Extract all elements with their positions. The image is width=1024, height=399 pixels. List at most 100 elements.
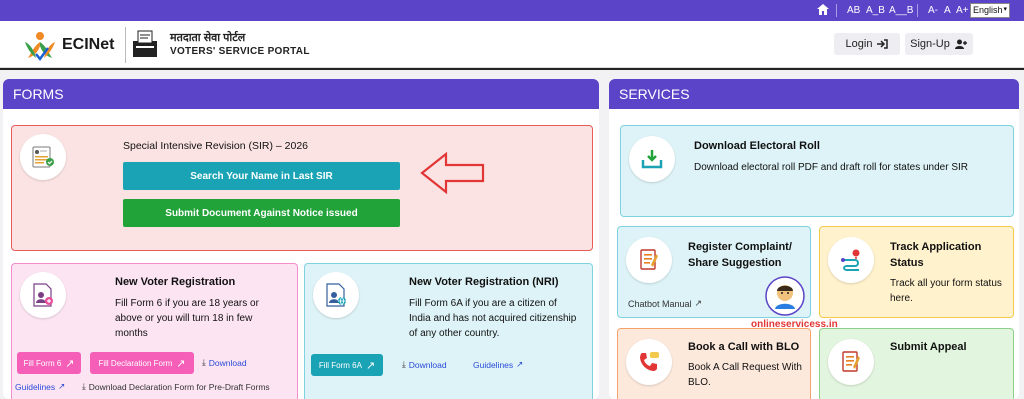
download-roll-description: Download electoral roll PDF and draft ro…: [694, 162, 969, 173]
submit-appeal-card[interactable]: Submit Appeal: [819, 328, 1014, 399]
new-voter-description: Fill Form 6 if you are 18 years or above…: [115, 298, 259, 339]
blo-icon-circle: [626, 339, 672, 385]
phone-call-icon: [640, 352, 659, 371]
watermark-text: onlineservicess.in: [751, 319, 838, 330]
nri-title: New Voter Registration (NRI): [409, 276, 559, 288]
divider: [917, 4, 918, 17]
download-form6-link[interactable]: ⤓ Download: [202, 357, 247, 368]
signup-label: Sign-Up: [910, 38, 950, 50]
home-icon[interactable]: [817, 4, 829, 15]
download-icon: ⤓: [202, 357, 206, 367]
login-label: Login: [845, 38, 873, 50]
clipboard-icon: [640, 249, 658, 270]
add-user-icon: [954, 39, 967, 49]
portal-title-hindi: मतदाता सेवा पोर्टल: [170, 32, 246, 44]
fill-form6-button[interactable]: Fill Form 6 ↗: [17, 352, 81, 374]
fill-form6-label: Fill Form 6: [23, 358, 62, 368]
download-label: Download: [208, 357, 247, 368]
voter-form-icon: [32, 146, 54, 168]
download-roll-icon-circle: [629, 136, 675, 182]
ballot-box-icon: [133, 30, 157, 57]
arrow-up-right-icon: ↗: [694, 298, 703, 308]
guidelines-label: Guidelines: [473, 359, 514, 370]
eci-logo[interactable]: [22, 28, 58, 62]
font-increase[interactable]: A+: [956, 5, 969, 16]
guidelines-link[interactable]: Guidelines ↗: [15, 381, 65, 392]
track-status-card[interactable]: Track Application Status Track all your …: [819, 226, 1014, 318]
sir-icon-circle: [20, 134, 66, 180]
chatbot-manual-link[interactable]: Chatbot Manual ↗: [628, 298, 702, 309]
login-icon: [877, 39, 889, 49]
forms-panel: FORMS Special Intensive Revision (SIR) –…: [3, 79, 599, 399]
predraft-label: Download Declaration Form for Pre-Draft …: [88, 381, 270, 392]
language-select[interactable]: English ▾: [970, 3, 1010, 18]
document-pen-icon: [842, 351, 860, 372]
download-icon: ⤓: [402, 359, 406, 369]
services-heading: SERVICES: [609, 79, 1019, 109]
blo-title: Book a Call with BLO: [688, 341, 800, 353]
language-value: English: [973, 5, 1003, 15]
complaint-card[interactable]: Register Complaint/ Share Suggestion Cha…: [617, 226, 811, 318]
download-icon: ⤓: [82, 381, 86, 391]
blo-description: Book A Call Request With BLO.: [688, 362, 802, 388]
fill-declaration-label: Fill Declaration Form: [98, 358, 173, 368]
appeal-title: Submit Appeal: [890, 341, 967, 353]
header-separator: [0, 68, 1024, 70]
font-size-ab[interactable]: AB: [847, 5, 860, 16]
track-icon-circle: [828, 237, 874, 283]
sir-title: Special Intensive Revision (SIR) – 2026: [123, 140, 309, 152]
new-voter-title: New Voter Registration: [115, 276, 236, 288]
chevron-down-icon: ▾: [1003, 6, 1007, 13]
search-name-sir-button[interactable]: Search Your Name in Last SIR: [123, 162, 400, 190]
chatbot-manual-label: Chatbot Manual: [628, 298, 692, 309]
arrow-left-icon: [420, 152, 485, 194]
fill-form6a-label: Fill Form 6A: [318, 360, 362, 370]
brand-name: ECINet: [62, 36, 115, 53]
document-globe-icon: [326, 283, 346, 307]
book-blo-card[interactable]: Book a Call with BLO Book A Call Request…: [617, 328, 811, 399]
nri-icon-circle: [313, 272, 359, 318]
track-description: Track all your form status here.: [890, 278, 1002, 304]
font-decrease[interactable]: A-: [928, 5, 938, 16]
download-roll-title: Download Electoral Roll: [694, 140, 820, 152]
nri-voter-card: New Voter Registration (NRI) Fill Form 6…: [304, 263, 593, 399]
arrow-up-right-icon: ↗: [365, 359, 376, 372]
arrow-up-right-icon: ↗: [176, 357, 186, 370]
document-user-icon: [33, 283, 53, 307]
forms-heading: FORMS: [3, 79, 599, 109]
download-label: Download: [408, 359, 447, 370]
appeal-icon-circle: [828, 339, 874, 385]
arrow-up-right-icon: ↗: [58, 381, 66, 391]
fill-form6a-button[interactable]: Fill Form 6A ↗: [311, 354, 383, 376]
download-form6a-link[interactable]: ⤓ Download: [402, 359, 447, 370]
site-header: ECINet मतदाता सेवा पोर्टल VOTERS' SERVIC…: [0, 21, 1024, 68]
font-normal[interactable]: A: [944, 5, 951, 16]
portal-title-english: VOTERS' SERVICE PORTAL: [170, 46, 310, 57]
font-size-a-b[interactable]: A_B: [866, 5, 885, 16]
download-tray-icon: [641, 150, 663, 169]
arrow-up-right-icon: ↗: [516, 359, 524, 369]
services-panel: SERVICES Download Electoral Roll Downloa…: [609, 79, 1019, 399]
complaint-icon-circle: [626, 237, 672, 283]
login-button[interactable]: Login: [834, 33, 900, 55]
complaint-title: Register Complaint/ Share Suggestion: [688, 241, 792, 269]
signup-button[interactable]: Sign-Up: [905, 33, 973, 55]
download-predraft-link[interactable]: ⤓ Download Declaration Form for Pre-Draf…: [82, 381, 270, 392]
nri-guidelines-link[interactable]: Guidelines ↗: [473, 359, 523, 370]
submit-document-button[interactable]: Submit Document Against Notice issued: [123, 199, 400, 227]
divider: [836, 4, 837, 17]
download-roll-card[interactable]: Download Electoral Roll Download elector…: [620, 125, 1014, 217]
route-pin-icon: [841, 249, 860, 271]
new-voter-card: New Voter Registration Fill Form 6 if yo…: [11, 263, 298, 399]
new-voter-icon-circle: [20, 272, 66, 318]
guidelines-label: Guidelines: [15, 381, 56, 392]
voter-mitra-bot-icon[interactable]: [764, 275, 806, 317]
arrow-up-right-icon: ↗: [65, 357, 75, 370]
top-utility-bar: AB A_B A__B A- A A+ English ▾: [0, 0, 1024, 21]
track-title: Track Application Status: [890, 241, 982, 269]
divider: [125, 27, 126, 63]
nri-description: Fill Form 6A if you are a citizen of Ind…: [409, 298, 577, 339]
font-size-a--b[interactable]: A__B: [889, 5, 913, 16]
fill-declaration-button[interactable]: Fill Declaration Form ↗: [90, 352, 194, 374]
sir-card: Special Intensive Revision (SIR) – 2026 …: [11, 125, 593, 251]
